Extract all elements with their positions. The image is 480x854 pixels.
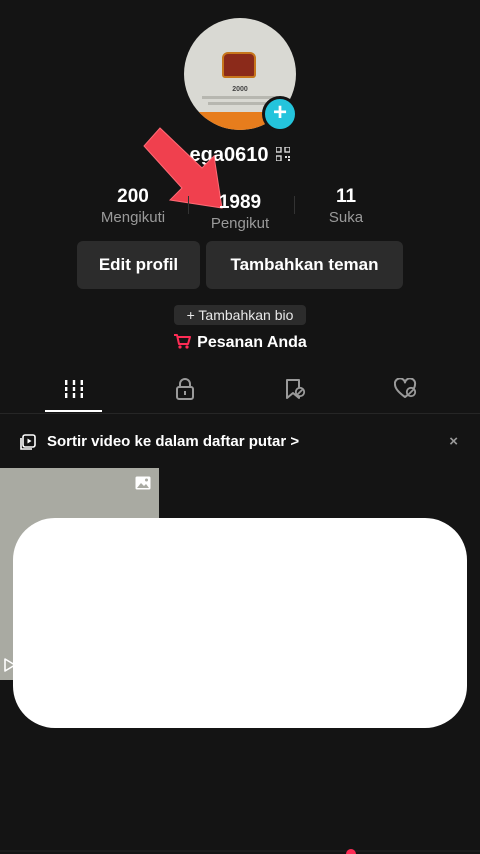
stat-divider bbox=[188, 196, 189, 214]
close-icon[interactable]: × bbox=[449, 430, 458, 454]
your-orders-link[interactable]: Pesanan Anda bbox=[0, 333, 480, 352]
followers-stat[interactable]: 1989 Pengikut bbox=[190, 192, 290, 232]
edit-profile-button[interactable]: Edit profil bbox=[77, 241, 200, 289]
tab-private[interactable] bbox=[155, 378, 215, 408]
shopping-cart-icon bbox=[174, 333, 192, 349]
likes-label: Suka bbox=[328, 209, 364, 226]
heart-icon bbox=[393, 377, 417, 398]
add-avatar-plus-icon[interactable]: + bbox=[262, 96, 298, 132]
profile-tabs bbox=[0, 370, 480, 414]
following-stat[interactable]: 200 Mengikuti bbox=[83, 186, 183, 226]
following-count: 200 bbox=[117, 186, 149, 207]
profile-page: 2000 + ega0610 200 Mengikuti 1989 Pengik bbox=[0, 0, 480, 854]
followers-count: 1989 bbox=[218, 192, 262, 213]
add-bio-button[interactable]: + Tambahkan bio bbox=[174, 305, 306, 325]
playlist-label: Sortir video ke dalam daftar putar bbox=[47, 433, 287, 450]
tab-liked[interactable] bbox=[376, 377, 436, 408]
your-orders-label: Pesanan Anda bbox=[197, 334, 307, 351]
followers-label: Pengikut bbox=[210, 215, 270, 232]
tab-saved[interactable] bbox=[265, 378, 325, 408]
white-overlay-card bbox=[13, 518, 467, 728]
lock-icon bbox=[176, 378, 194, 400]
playlist-prompt[interactable]: Sortir video ke dalam daftar putar > × bbox=[20, 430, 460, 454]
chevron-right-icon: > bbox=[290, 433, 300, 450]
playlist-icon bbox=[20, 434, 36, 450]
avatar-coin-text: 2000 bbox=[232, 86, 248, 93]
avatar-text-line bbox=[208, 102, 272, 105]
stat-divider bbox=[294, 196, 295, 214]
playlist-prompt-text: Sortir video ke dalam daftar putar > bbox=[47, 430, 299, 454]
likes-count: 11 bbox=[335, 186, 357, 207]
bookmark-icon bbox=[286, 379, 306, 399]
tabs-divider bbox=[0, 413, 480, 414]
avatar-text-line bbox=[202, 96, 278, 99]
photo-icon bbox=[135, 476, 151, 490]
active-tab-indicator bbox=[45, 410, 102, 412]
treasure-chest-image bbox=[222, 52, 256, 78]
username-row: ega0610 bbox=[0, 144, 480, 167]
tab-videos[interactable] bbox=[44, 378, 104, 408]
bottom-bar-edge bbox=[0, 850, 480, 852]
bottom-bar-accent bbox=[346, 849, 356, 854]
qr-code-icon[interactable] bbox=[276, 146, 291, 161]
add-friends-button[interactable]: Tambahkan teman bbox=[206, 241, 403, 289]
grid-icon bbox=[64, 380, 84, 398]
profile-stats: 200 Mengikuti 1989 Pengikut 11 Suka bbox=[80, 186, 400, 232]
avatar-container[interactable]: 2000 + bbox=[184, 18, 298, 132]
following-label: Mengikuti bbox=[100, 209, 166, 226]
likes-stat[interactable]: 11 Suka bbox=[296, 186, 396, 226]
